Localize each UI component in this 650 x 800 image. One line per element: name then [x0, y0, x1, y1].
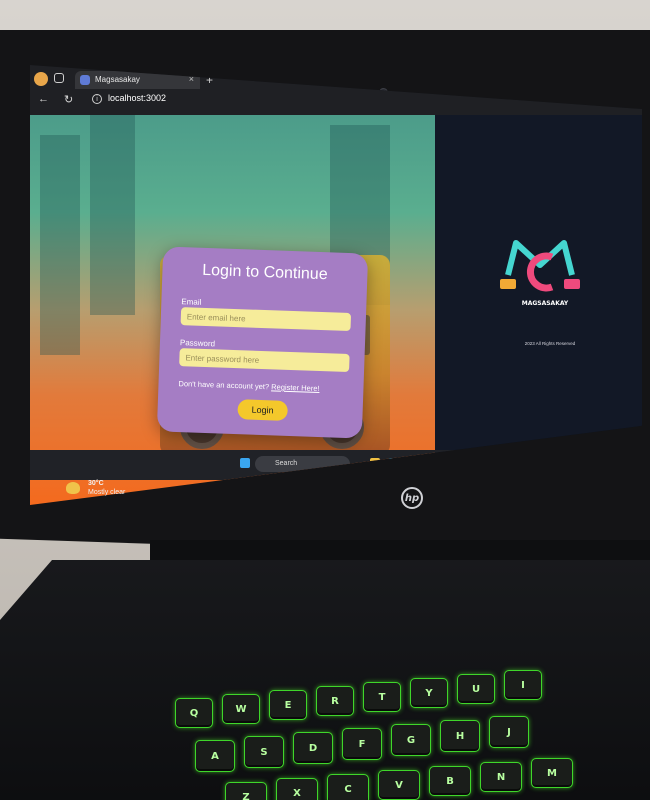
keyboard-key[interactable]: E — [269, 690, 307, 720]
keyboard-key[interactable]: T — [363, 682, 401, 712]
keyboard-key[interactable]: U — [457, 674, 495, 704]
keyboard-key[interactable]: H — [440, 720, 480, 752]
keyboard-key[interactable]: W — [222, 694, 260, 724]
keyboard-key[interactable]: J — [489, 716, 529, 748]
keyboard-key[interactable]: M — [531, 758, 573, 788]
keyboard-key[interactable]: S — [244, 736, 284, 768]
keyboard-key[interactable]: I — [504, 670, 542, 700]
keyboard-key[interactable]: A — [195, 740, 235, 772]
keyboard-key[interactable]: C — [327, 774, 369, 800]
keyboard-key[interactable]: V — [378, 770, 420, 800]
keyboard-key[interactable]: Z — [225, 782, 267, 800]
keyboard-key[interactable]: D — [293, 732, 333, 764]
keyboard-key[interactable]: X — [276, 778, 318, 800]
keyboard-key[interactable]: N — [480, 762, 522, 792]
keyboard-key[interactable]: G — [391, 724, 431, 756]
keyboard-key[interactable]: F — [342, 728, 382, 760]
keyboard-key[interactable]: Y — [410, 678, 448, 708]
keyboard-key[interactable]: B — [429, 766, 471, 796]
keyboard: Q W E R T Y U I A S D F G H J Z X C V B … — [0, 0, 650, 800]
keyboard-key[interactable]: Q — [175, 698, 213, 728]
keyboard-key[interactable]: R — [316, 686, 354, 716]
